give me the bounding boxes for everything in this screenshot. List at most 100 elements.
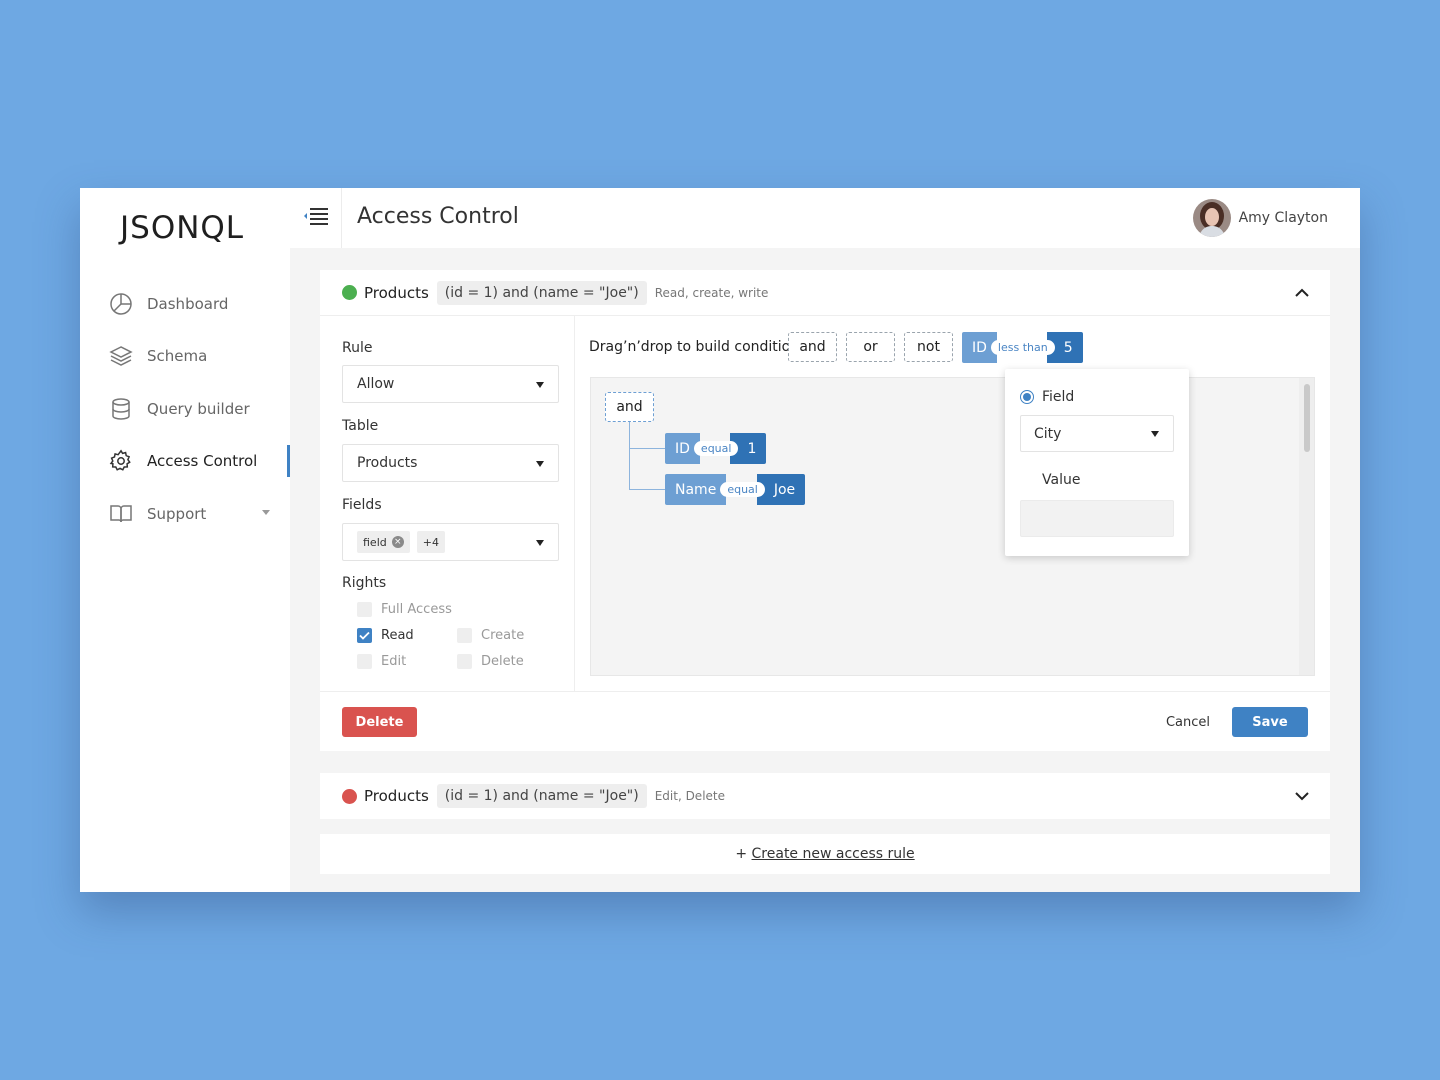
- access-rule-card-expanded: Products (id = 1) and (name = "Joe") Rea…: [320, 270, 1330, 751]
- fields-multiselect[interactable]: field × +4: [342, 523, 559, 561]
- database-icon: [108, 396, 134, 422]
- checkbox-create[interactable]: Create: [457, 628, 524, 643]
- more-fields-tag: +4: [416, 531, 445, 553]
- app-window: JSONQL Dashboard Schema Query builder Ac…: [80, 188, 1360, 892]
- sidebar-item-support[interactable]: Support: [108, 498, 290, 530]
- dropdown-arrow-icon: [536, 540, 544, 546]
- sidebar-item-label: Query builder: [147, 400, 250, 418]
- status-dot-allow: [342, 285, 357, 300]
- create-rule-bar: + Create new access rule: [320, 834, 1330, 874]
- field-select-value: City: [1034, 425, 1062, 442]
- layers-icon: [108, 343, 134, 369]
- rule-actions: Delete Cancel Save: [320, 691, 1330, 751]
- checkbox-label: Read: [381, 628, 414, 643]
- menu-collapse-icon: [303, 207, 329, 229]
- tree-connector: [629, 448, 665, 449]
- cancel-button[interactable]: Cancel: [1158, 707, 1218, 737]
- rule-condition: (id = 1) and (name = "Joe"): [436, 784, 647, 808]
- condition-node-name[interactable]: Name equal Joe: [665, 474, 806, 505]
- create-rule-link[interactable]: Create new access rule: [752, 846, 915, 862]
- rule-header[interactable]: Products (id = 1) and (name = "Joe") Edi…: [320, 773, 1330, 819]
- scrollbar-thumb[interactable]: [1304, 384, 1310, 452]
- rule-table: Products: [364, 787, 429, 805]
- sidebar: JSONQL Dashboard Schema Query builder Ac…: [80, 188, 290, 892]
- status-dot-deny: [342, 788, 357, 804]
- top-bar: Access Control Amy Clayton: [290, 188, 1360, 248]
- chevron-down-icon[interactable]: [1294, 788, 1310, 804]
- root-and-node[interactable]: and: [605, 392, 654, 422]
- save-button[interactable]: Save: [1232, 707, 1308, 737]
- table-select-value: Products: [357, 455, 418, 471]
- table-select[interactable]: Products: [342, 444, 559, 482]
- caret-down-icon: [262, 510, 270, 515]
- menu-toggle-button[interactable]: [290, 188, 342, 248]
- rule-table: Products: [364, 283, 429, 302]
- rule-select-value: Allow: [357, 376, 395, 392]
- value-input[interactable]: [1020, 500, 1174, 537]
- condition-node-id[interactable]: ID equal 1: [665, 433, 767, 464]
- checkbox-box: [357, 654, 372, 669]
- tree-connector: [629, 489, 665, 490]
- condition-canvas[interactable]: and ID equal 1 Name equal Joe: [590, 377, 1315, 676]
- sidebar-item-dashboard[interactable]: Dashboard: [108, 288, 290, 320]
- book-icon: [108, 501, 134, 527]
- checkbox-full-access[interactable]: Full Access: [357, 602, 452, 617]
- sidebar-item-query-builder[interactable]: Query builder: [108, 393, 290, 425]
- rule-header[interactable]: Products (id = 1) and (name = "Joe") Rea…: [320, 270, 1330, 316]
- gear-icon: [108, 448, 134, 474]
- table-label: Table: [342, 418, 379, 434]
- rule-form: Rule Allow Table Products Fields field ×…: [320, 316, 575, 691]
- checkbox-label: Full Access: [381, 602, 452, 617]
- checkbox-box: [457, 654, 472, 669]
- tree-connector: [629, 422, 630, 490]
- rule-select[interactable]: Allow: [342, 365, 559, 403]
- chip-operator: equal: [693, 441, 739, 456]
- fields-label: Fields: [342, 497, 382, 513]
- user-menu[interactable]: Amy Clayton: [1192, 199, 1328, 237]
- rights-label: Rights: [342, 575, 387, 591]
- checkbox-read[interactable]: Read: [357, 628, 414, 643]
- checkbox-edit[interactable]: Edit: [357, 654, 406, 669]
- plus-icon: +: [735, 846, 748, 862]
- check-icon: [357, 628, 372, 643]
- op-chip-or[interactable]: or: [846, 332, 895, 362]
- user-name: Amy Clayton: [1238, 210, 1328, 226]
- delete-button[interactable]: Delete: [342, 707, 417, 737]
- value-label: Value: [1042, 472, 1081, 488]
- sidebar-item-access-control[interactable]: Access Control: [108, 445, 290, 477]
- chip-operator: less than: [990, 340, 1055, 355]
- avatar: [1192, 199, 1231, 237]
- remove-tag-icon[interactable]: ×: [391, 536, 404, 548]
- condition-builder: Drag’n’drop to build condition and or no…: [575, 316, 1330, 691]
- checkbox-label: Edit: [381, 654, 407, 669]
- rule-condition: (id = 1) and (name = "Joe"): [436, 280, 647, 305]
- sidebar-item-schema[interactable]: Schema: [108, 340, 290, 372]
- radio-selected-icon: [1020, 390, 1034, 404]
- field-tag: field ×: [357, 531, 410, 553]
- checkbox-label: Delete: [481, 654, 524, 669]
- op-chip-not[interactable]: not: [904, 332, 953, 362]
- radio-label: Field: [1042, 389, 1075, 405]
- sidebar-item-label: Dashboard: [147, 295, 229, 313]
- chip-field: Name: [665, 474, 727, 505]
- rule-label: Rule: [342, 340, 373, 356]
- checkbox-delete[interactable]: Delete: [457, 654, 524, 669]
- app-logo: JSONQL: [120, 210, 245, 246]
- rule-rights: Read, create, write: [654, 285, 769, 300]
- field-radio[interactable]: Field: [1020, 389, 1074, 405]
- op-chip-and[interactable]: and: [788, 332, 837, 362]
- checkbox-box: [457, 628, 472, 643]
- palette-condition-chip[interactable]: ID less than 5: [962, 332, 1083, 363]
- chevron-up-icon[interactable]: [1294, 285, 1310, 301]
- pie-chart-icon: [108, 291, 134, 317]
- checkbox-box: [357, 602, 372, 617]
- builder-instruction: Drag’n’drop to build condition: [589, 339, 800, 355]
- canvas-scrollbar[interactable]: [1299, 378, 1314, 675]
- chip-operator: equal: [720, 482, 765, 497]
- sidebar-item-label: Support: [147, 505, 207, 523]
- field-tag-label: field: [363, 535, 387, 549]
- field-select[interactable]: City: [1020, 415, 1174, 452]
- dropdown-arrow-icon: [536, 382, 544, 388]
- access-rule-card-collapsed: Products (id = 1) and (name = "Joe") Edi…: [320, 773, 1330, 819]
- sidebar-item-label: Access Control: [147, 452, 258, 470]
